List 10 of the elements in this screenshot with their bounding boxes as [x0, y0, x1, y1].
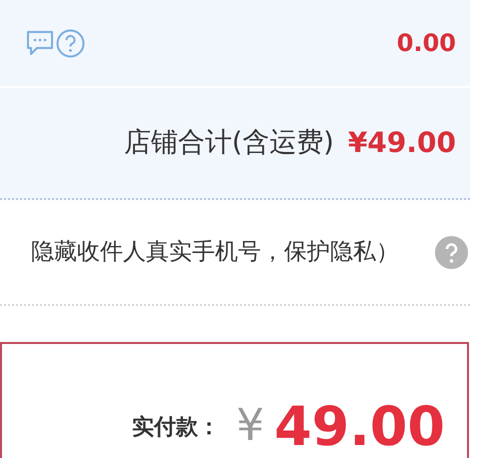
privacy-note: 隐藏收件人真实手机号，保护隐私） [31, 238, 399, 267]
help-icon[interactable] [56, 28, 85, 58]
help-icon[interactable] [435, 236, 468, 268]
discount-amount: 0.00 [396, 28, 456, 59]
currency-symbol: ¥ [236, 404, 264, 448]
shop-total-label: 店铺合计(含运费) [124, 126, 334, 160]
shop-total-amount: ¥49.00 [348, 125, 456, 161]
payment-label: 实付款： [132, 414, 220, 442]
chat-icon[interactable] [26, 30, 54, 56]
payment-amount: 49.00 [274, 400, 445, 454]
